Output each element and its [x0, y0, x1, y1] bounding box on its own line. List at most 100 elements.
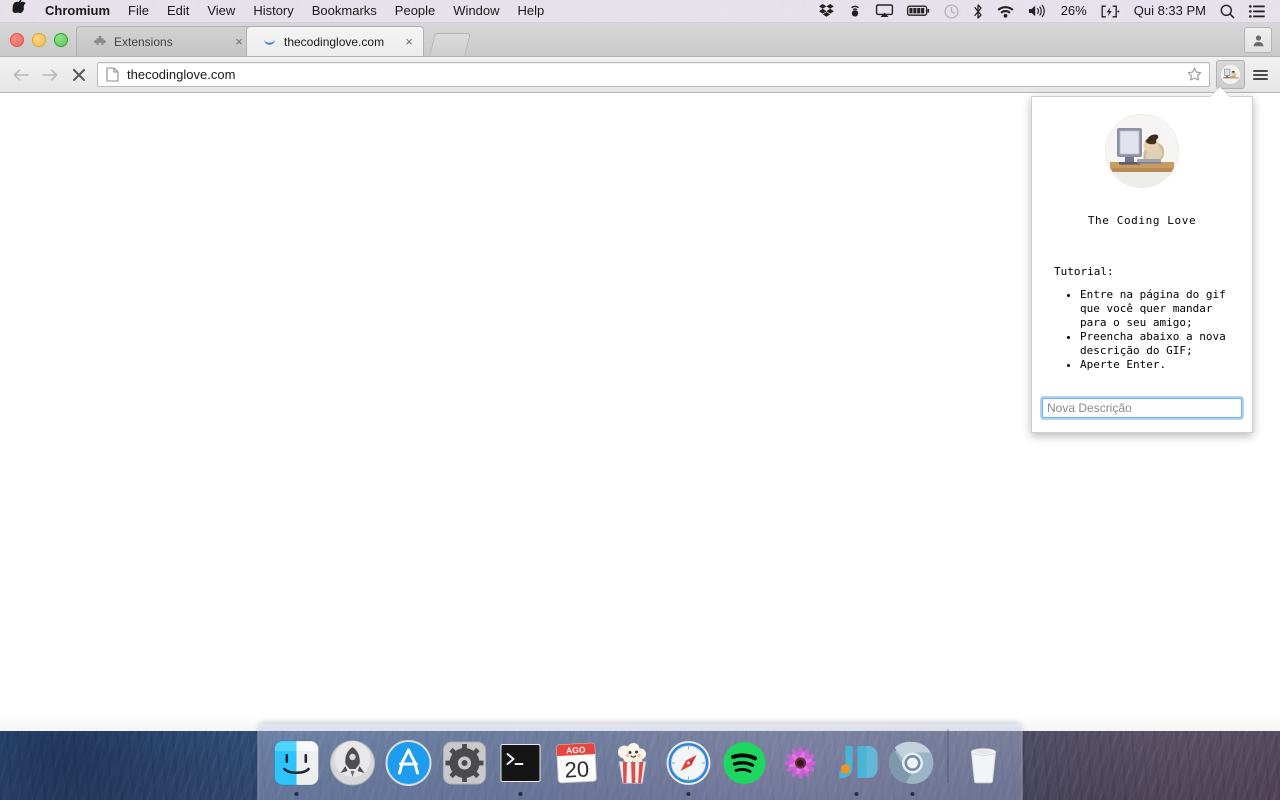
running-indicator — [799, 792, 803, 796]
dock-item-system-preferences[interactable] — [437, 730, 493, 796]
extension-avatar — [1221, 65, 1240, 84]
desktop-screen: Chromium File Edit View History Bookmark… — [0, 0, 1280, 800]
dropbox-icon[interactable] — [812, 0, 841, 22]
running-indicator — [518, 792, 523, 796]
dock-item-popcorn-time[interactable] — [605, 730, 661, 796]
gear-icon — [440, 738, 490, 788]
dock-item-finder[interactable] — [269, 730, 325, 796]
macos-dock: AGO 20 — [257, 723, 1023, 800]
jdownloader-icon — [832, 738, 882, 788]
hotspot-icon[interactable] — [841, 0, 869, 22]
popup-title: The Coding Love — [1087, 214, 1197, 227]
running-indicator — [686, 792, 691, 796]
maximize-button[interactable] — [54, 33, 68, 47]
menu-item-people[interactable]: People — [386, 0, 444, 22]
profile-button[interactable] — [1244, 27, 1272, 53]
tab-close-icon[interactable]: × — [231, 34, 247, 50]
running-indicator — [743, 792, 747, 796]
dock-item-spotify[interactable] — [717, 730, 773, 796]
running-indicator — [351, 792, 355, 796]
menu-bar-app-menus: Chromium File Edit View History Bookmark… — [0, 0, 553, 22]
running-indicator — [463, 792, 467, 796]
extension-popup: The Coding Love Tutorial: Entre na págin… — [1031, 87, 1253, 433]
dock-item-calendar[interactable]: AGO 20 — [549, 730, 605, 796]
address-bar-url: thecodinglove.com — [127, 67, 236, 82]
time-machine-icon[interactable] — [937, 0, 966, 22]
wifi-icon[interactable] — [990, 0, 1021, 22]
airplay-icon[interactable] — [869, 0, 900, 22]
menu-item-help[interactable]: Help — [509, 0, 554, 22]
trash-icon — [959, 738, 1009, 788]
battery-percent-label: 26% — [1060, 3, 1087, 18]
menu-item-bookmarks[interactable]: Bookmarks — [303, 0, 386, 22]
hamburger-menu-icon[interactable] — [1247, 60, 1274, 89]
popup-avatar-row — [1042, 114, 1242, 188]
menu-bar-clock[interactable]: Qui 8:33 PM — [1127, 0, 1213, 22]
volume-icon[interactable] — [1021, 0, 1054, 22]
compass-icon — [664, 738, 714, 788]
search-icon[interactable] — [1213, 0, 1242, 22]
calendar-icon: AGO 20 — [552, 738, 602, 788]
dock-item-app-store[interactable] — [381, 730, 437, 796]
flower-icon — [776, 738, 826, 788]
bluetooth-icon[interactable] — [966, 0, 990, 22]
browser-toolbar: thecodinglove.com — [0, 57, 1280, 93]
menu-item-window[interactable]: Window — [444, 0, 508, 22]
running-indicator — [575, 792, 579, 796]
back-button[interactable] — [6, 60, 35, 89]
close-button[interactable] — [10, 33, 24, 47]
list-item: Preencha abaixo a nova descrição do GIF; — [1080, 330, 1242, 358]
menu-bar-status-items: 26% Qui 8:33 PM — [812, 0, 1280, 22]
dock-item-trash[interactable] — [956, 730, 1012, 796]
minimize-button[interactable] — [32, 33, 46, 47]
popup-input-row — [1042, 398, 1242, 418]
arrow-left-icon — [13, 68, 29, 81]
finder-icon — [272, 738, 322, 788]
running-indicator — [910, 792, 915, 796]
hamburger-lines — [1253, 68, 1268, 82]
puzzle-piece-icon — [91, 34, 107, 50]
dock-item-photos[interactable] — [773, 730, 829, 796]
dock-item-chromium[interactable] — [885, 730, 941, 796]
macos-menu-bar: Chromium File Edit View History Bookmark… — [0, 0, 1280, 23]
battery-icon[interactable] — [900, 0, 937, 22]
menu-item-history[interactable]: History — [244, 0, 302, 22]
dock-item-launchpad[interactable] — [325, 730, 381, 796]
dock-item-terminal[interactable] — [493, 730, 549, 796]
tab-list: Extensions × thecodinglove.com × — [76, 26, 471, 56]
forward-button[interactable] — [35, 60, 64, 89]
popup-arrow — [1210, 87, 1230, 97]
list-icon[interactable] — [1242, 0, 1272, 22]
stop-loading-button[interactable] — [64, 60, 93, 89]
svg-text:AGO: AGO — [566, 744, 586, 755]
popcorn-icon — [608, 738, 658, 788]
tab-thecodinglove[interactable]: thecodinglove.com × — [246, 26, 424, 56]
page-document-icon — [104, 67, 120, 83]
star-icon[interactable] — [1185, 67, 1203, 82]
dock-item-safari[interactable] — [661, 730, 717, 796]
coding-love-avatar — [1105, 114, 1179, 188]
svg-text:20: 20 — [564, 756, 590, 782]
dock-item-jdownloader[interactable] — [829, 730, 885, 796]
tab-close-icon[interactable]: × — [401, 34, 417, 50]
launchpad-rocket-icon — [328, 738, 378, 788]
running-indicator — [407, 792, 411, 796]
menu-item-file[interactable]: File — [119, 0, 158, 22]
menu-item-view[interactable]: View — [198, 0, 244, 22]
menu-item-edit[interactable]: Edit — [158, 0, 198, 22]
terminal-icon — [496, 738, 546, 788]
nova-descricao-input[interactable] — [1042, 398, 1242, 418]
new-tab-button[interactable] — [429, 33, 471, 56]
battery-charging-icon[interactable] — [1094, 0, 1127, 22]
menu-item-chromium[interactable]: Chromium — [36, 0, 119, 22]
running-indicator — [854, 792, 859, 796]
spotify-icon — [720, 738, 770, 788]
running-indicator — [982, 792, 986, 796]
coding-love-extension-icon[interactable] — [1216, 60, 1245, 89]
person-icon — [1253, 34, 1263, 46]
address-bar[interactable]: thecodinglove.com — [97, 62, 1210, 87]
window-controls — [10, 33, 68, 47]
tab-extensions[interactable]: Extensions × — [76, 26, 254, 56]
apple-logo-icon[interactable] — [0, 0, 36, 22]
browser-tab-strip: Extensions × thecodinglove.com × — [0, 22, 1280, 57]
